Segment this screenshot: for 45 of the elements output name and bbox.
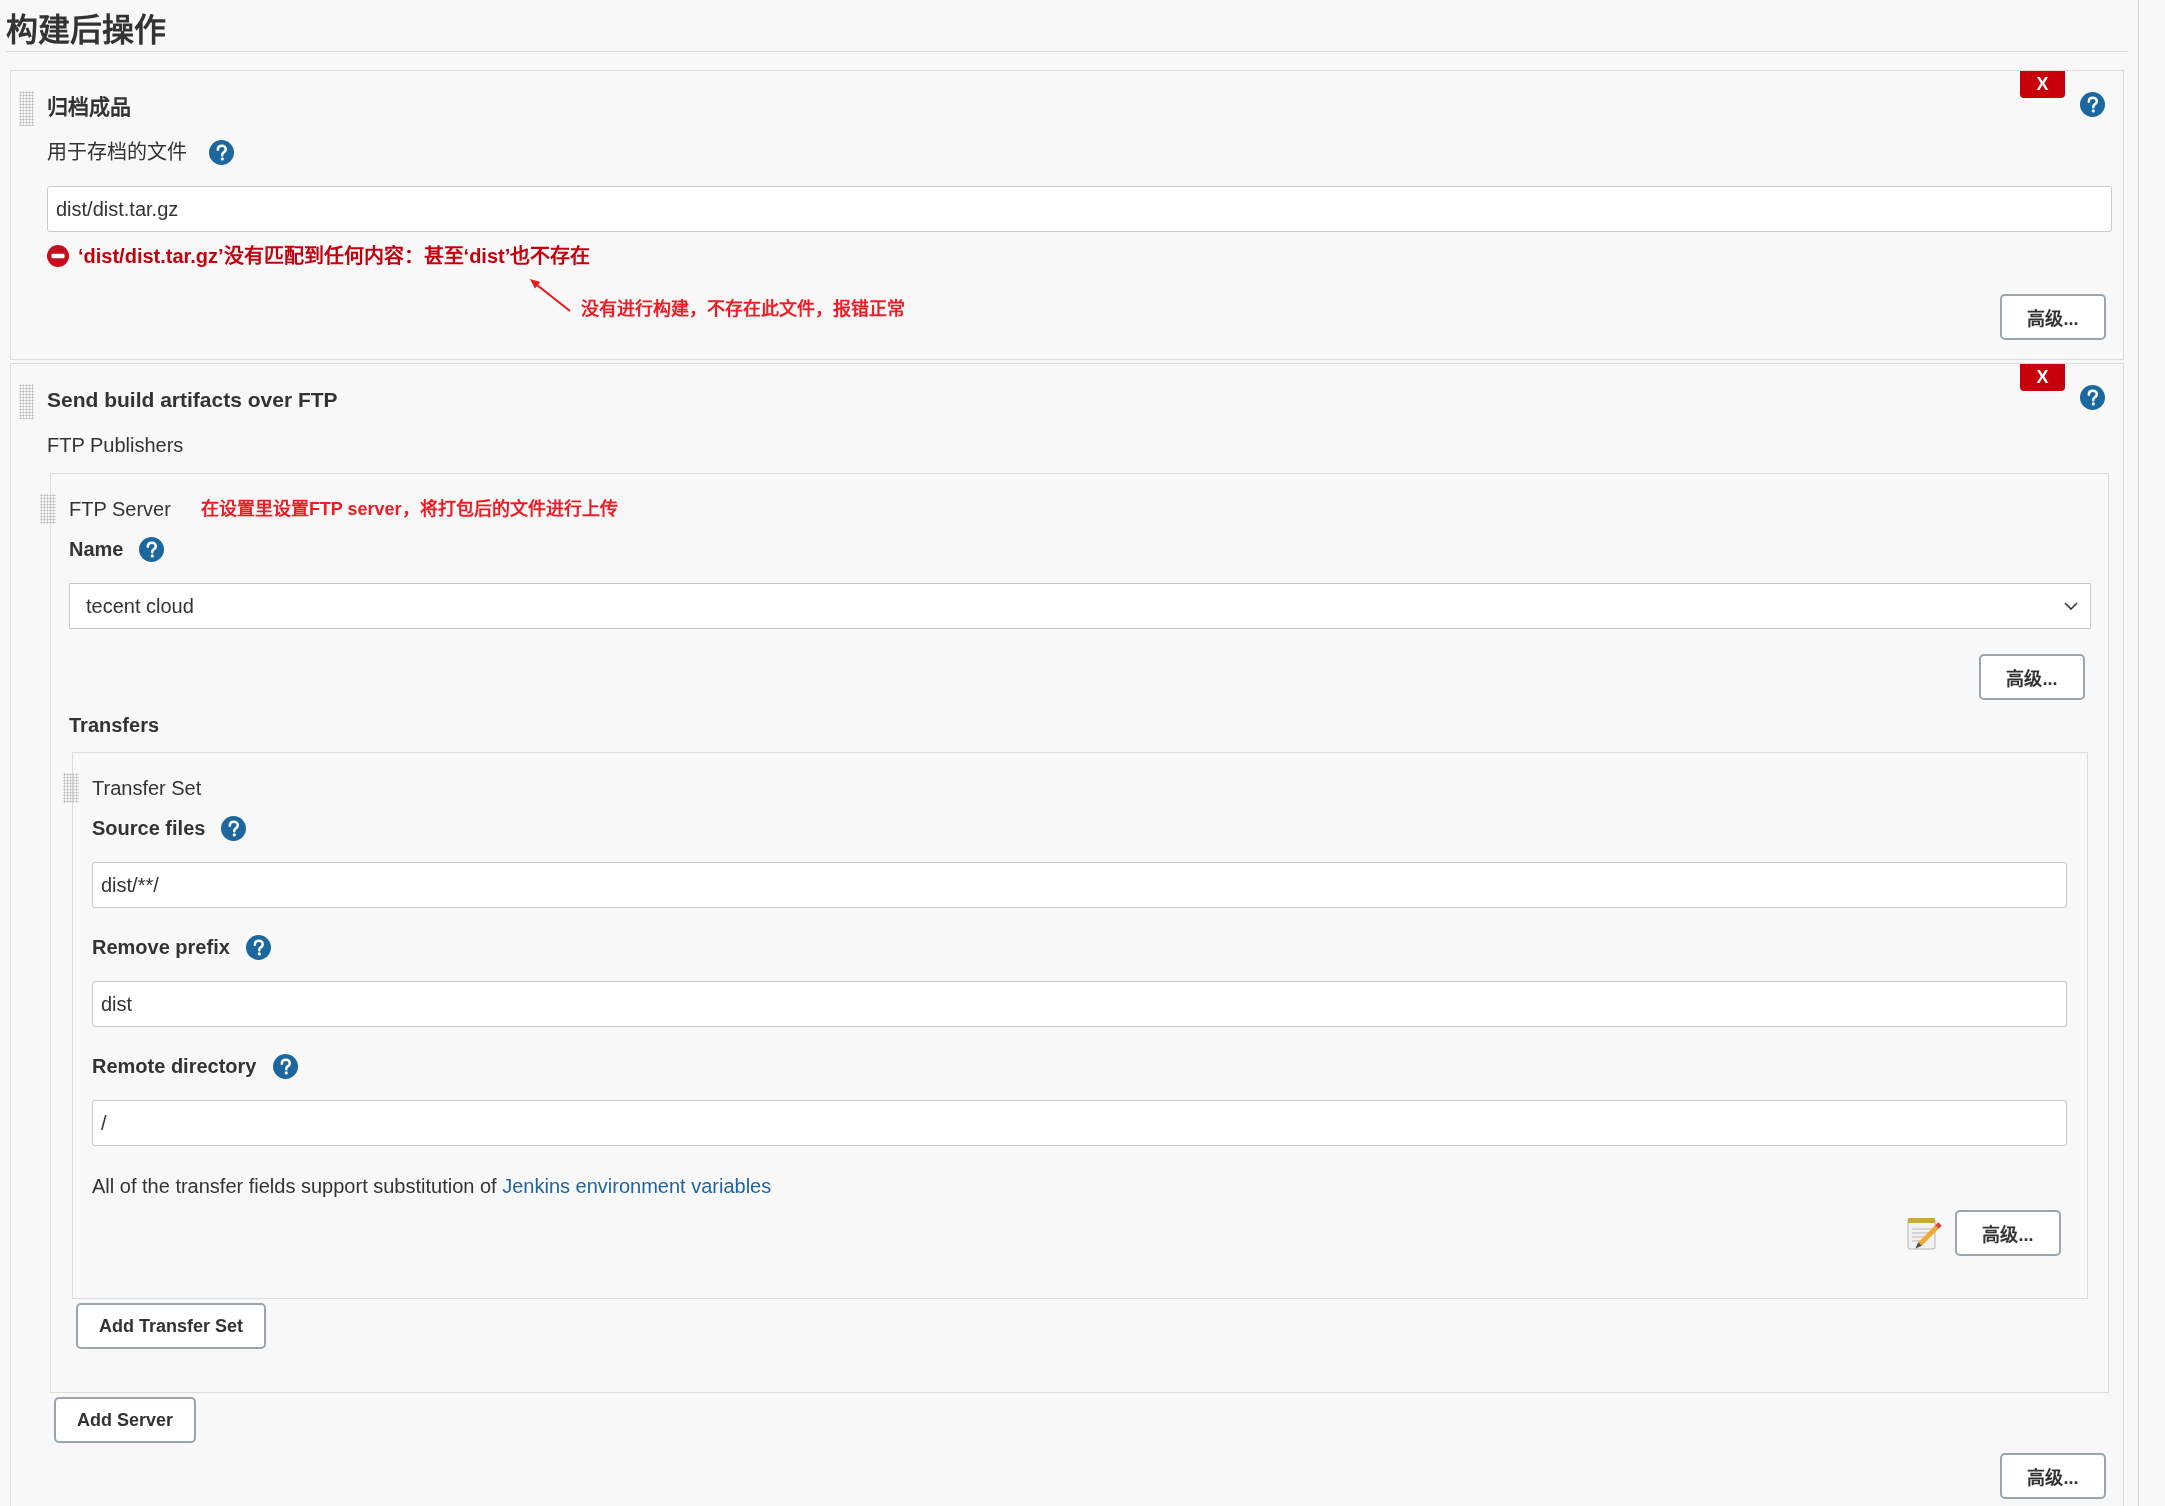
field-label: Name — [69, 537, 124, 562]
advanced-button[interactable]: 高级... — [2000, 1453, 2106, 1499]
field-label: Source files — [92, 816, 206, 841]
section-title: Send build artifacts over FTP — [47, 387, 338, 413]
text-field[interactable]: dist/dist.tar.gz — [47, 186, 2112, 232]
help-icon[interactable] — [2080, 92, 2105, 117]
section-label: FTP Publishers — [47, 433, 184, 457]
no-entry-icon — [47, 245, 69, 267]
help-icon[interactable] — [139, 536, 165, 562]
delete-button[interactable]: X — [2020, 71, 2065, 98]
field-label: 用于存档的文件 — [47, 140, 187, 165]
help-icon[interactable] — [245, 934, 271, 960]
section-title: 归档成品 — [47, 94, 131, 120]
advanced-button[interactable]: 高级... — [1979, 654, 2085, 700]
text-field[interactable]: dist — [92, 981, 2067, 1027]
add-transfer-set-button[interactable]: Add Transfer Set — [76, 1303, 267, 1349]
delete-button[interactable]: X — [2020, 364, 2065, 391]
page-heading: 构建后操作 — [6, 0, 2128, 52]
arrow-icon — [529, 278, 571, 312]
error-message: ‘dist/dist.tar.gz’没有匹配到任何内容：甚至‘dist’也不存在 — [78, 244, 591, 268]
block-title: FTP Server — [69, 497, 171, 522]
block-title: Transfer Set — [92, 776, 202, 801]
help-icon[interactable] — [209, 139, 234, 165]
field-label: Remote directory — [92, 1054, 257, 1079]
group-label: Transfers — [69, 713, 160, 738]
text-field[interactable]: dist/**/ — [92, 862, 2067, 908]
advanced-button[interactable]: 高级... — [1955, 1210, 2061, 1256]
help-icon[interactable] — [272, 1053, 298, 1079]
add-server-button[interactable]: Add Server — [54, 1397, 197, 1443]
chevron-down-icon — [2064, 602, 2078, 610]
select-field[interactable]: tecent cloud — [69, 583, 2091, 629]
grip-icon[interactable] — [63, 773, 79, 803]
grip-icon[interactable] — [40, 494, 56, 524]
help-icon[interactable] — [2080, 385, 2105, 410]
link[interactable]: Jenkins environment variables — [502, 1175, 772, 1197]
notepad-pencil-icon — [1907, 1216, 1943, 1250]
help-text: All of the transfer fields support substitution of Jenkins environment variables — [92, 1174, 773, 1198]
advanced-button[interactable]: 高级... — [2000, 294, 2106, 340]
annotation-text: 没有进行构建，不存在此文件，报错正常 — [581, 297, 905, 321]
grip-icon[interactable] — [19, 384, 34, 419]
annotation-text: 在设置里设置FTP server，将打包后的文件进行上传 — [200, 498, 618, 521]
grip-icon[interactable] — [19, 91, 34, 126]
field-label: Remove prefix — [92, 935, 230, 960]
text-field[interactable]: / — [92, 1100, 2067, 1146]
help-icon[interactable] — [221, 815, 247, 841]
